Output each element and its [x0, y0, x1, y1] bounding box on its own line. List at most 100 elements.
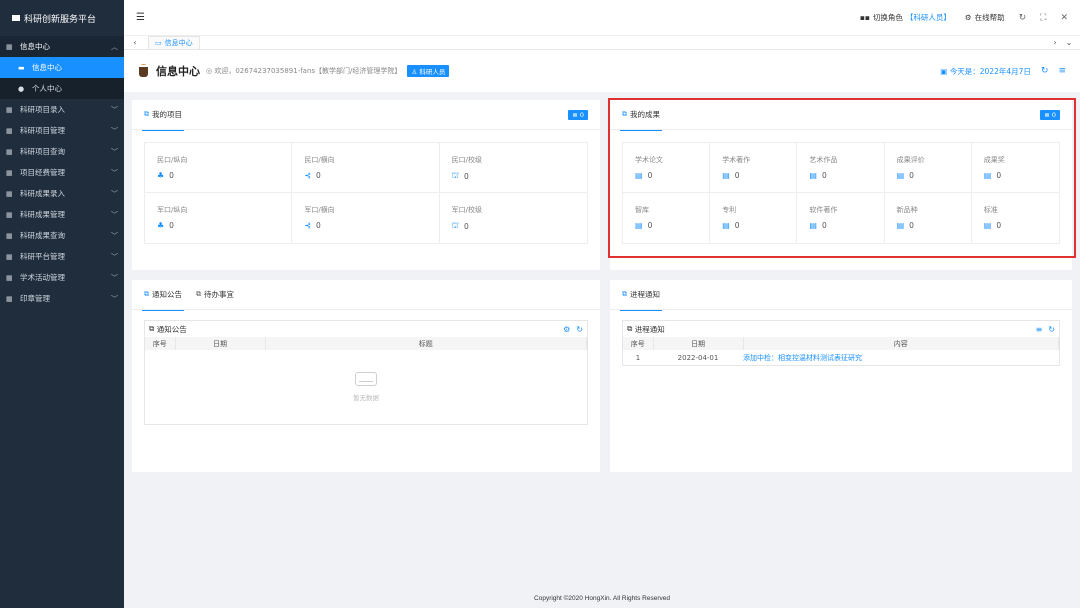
achievement-cell[interactable]: 学术著作 ▤ 0 [710, 143, 798, 193]
sidebar-item-info-center[interactable]: ▦ 信息中心 ︿ [0, 36, 124, 57]
project-cell[interactable]: 军口/纵向 ♣ 0 [145, 193, 293, 243]
footer: Copyright ©2020 HongXin. All Rights Rese… [124, 588, 1080, 608]
achievement-cell[interactable]: 标准 ▤ 0 [972, 193, 1059, 243]
monitor-icon: ▭ [155, 39, 162, 47]
refresh-icon[interactable]: ↻ [1041, 66, 1049, 76]
my-achievements-tab[interactable]: ⧉ 我的成果 [620, 100, 662, 131]
sidebar-item-seal-manage[interactable]: ▦ 印章管理 ﹀ [0, 288, 124, 309]
tab-notices[interactable]: ⧉ 通知公告 [142, 280, 184, 311]
chevron-down-icon: ﹀ [111, 105, 118, 114]
chevron-down-icon: ﹀ [111, 168, 118, 177]
document-icon: ▤ [635, 221, 643, 230]
empty-state: 暂无数据 [145, 350, 587, 424]
chevron-down-icon: ﹀ [111, 252, 118, 261]
achievement-cell[interactable]: 软件著作 ▤ 0 [797, 193, 885, 243]
sidebar-menu: ▦ 信息中心 ︿ ▬ 信息中心 ● 个人中心 ▦ 科研项目录入 ﹀ ▦ 科研项目… [0, 36, 124, 309]
grid-icon: ▦ [6, 189, 13, 198]
sidebar-item-project-manage[interactable]: ▦ 科研项目管理 ﹀ [0, 120, 124, 141]
table-row[interactable]: 1 2022-04-01 添加中检：相变控温材料测试表征研究 [623, 350, 1059, 365]
project-cell[interactable]: 民口/校级 ⛫ 0 [439, 143, 587, 193]
menu-fold-icon[interactable]: ☰ [136, 12, 145, 23]
grid-icon: ▦ [6, 252, 13, 261]
project-cell[interactable]: 民口/横向 ⊰ 0 [292, 143, 440, 193]
sidebar-item-academic-activity[interactable]: ▦ 学术活动管理 ﹀ [0, 267, 124, 288]
refresh-icon[interactable]: ↻ [1048, 325, 1055, 334]
tab-progress[interactable]: ⧉ 进程通知 [620, 280, 662, 311]
sidebar-item-achievement-entry[interactable]: ▦ 科研成果录入 ﹀ [0, 183, 124, 204]
document-icon: ▤ [896, 221, 905, 230]
achievement-cell[interactable]: 成果评价 ▤ 0 [884, 143, 972, 193]
sidebar-item-platform-manage[interactable]: ▦ 科研平台管理 ﹀ [0, 246, 124, 267]
grid-icon: ▦ [6, 126, 13, 135]
copy-icon: ⧉ [627, 324, 633, 333]
progress-panel: ⧉ 进程通知 ≡ ↻ 序号 日期 内容 1 2022-04-01 添加中检：相变… [622, 320, 1060, 366]
settings-icon[interactable]: ⚙ [563, 325, 570, 334]
my-projects-tab[interactable]: ⧉ 我的项目 [142, 100, 184, 131]
document-icon: ▤ [809, 171, 817, 180]
online-help-button[interactable]: ⚙ 在线帮助 [965, 12, 1005, 23]
coffee-cup-icon [138, 64, 150, 78]
achievement-cell[interactable]: 成果奖 ▤ 0 [971, 143, 1059, 193]
sidebar-item-funding[interactable]: ▦ 项目经费管理 ﹀ [0, 162, 124, 183]
tab-todo[interactable]: ⧉ 待办事宜 [196, 280, 234, 310]
refresh-icon[interactable]: ↻ [576, 325, 583, 334]
role-badge: ♙ 科研人员 [407, 65, 450, 77]
my-projects-card: ⧉ 我的项目 ≣ 0 民口/纵向 ♣ 0 民口/横向 ⊰ 0 民口/校级 ⛫ 0 军口… [132, 100, 600, 270]
achievement-grid: 学术论文 ▤ 0 学术著作 ▤ 0 艺术作品 ▤ 0 成果评价 ▤ 0 成果奖 ▤ 0 智库 ▤ 0 专… [622, 142, 1060, 244]
chevron-down-icon: ﹀ [111, 273, 118, 282]
copy-icon: ⧉ [622, 290, 627, 298]
sidebar-item-project-query[interactable]: ▦ 科研项目查询 ﹀ [0, 141, 124, 162]
chevron-left-icon[interactable]: ‹ [128, 38, 142, 47]
copy-icon: ⧉ [622, 110, 627, 118]
sidebar-subitem-info-center[interactable]: ▬ 信息中心 [0, 57, 124, 78]
tab-info-center[interactable]: ▭ 信息中心 [148, 36, 200, 49]
bank-icon: ⛫ [451, 171, 460, 180]
project-cell[interactable]: 军口/横向 ⊰ 0 [292, 193, 440, 243]
brand-title: 科研创新服务平台 [24, 14, 97, 25]
grid-icon: ▪▪ [859, 13, 870, 22]
share-icon: ⊰ [304, 221, 312, 230]
achievement-cell[interactable]: 学术论文 ▤ 0 [623, 143, 711, 193]
hierarchy-icon: ♣ [157, 171, 165, 180]
help-icon: ⚙ [964, 13, 972, 22]
progress-table: 序号 日期 内容 1 2022-04-01 添加中检：相变控温材料测试表征研究 [623, 337, 1059, 365]
switch-role-button[interactable]: ▪▪ 切换角色 【科研人员】 [860, 12, 951, 23]
document-icon: ▤ [896, 171, 905, 180]
sidebar-subitem-personal-center[interactable]: ● 个人中心 [0, 78, 124, 99]
chevron-right-icon[interactable]: › [1048, 38, 1062, 47]
welcome-text: ◎ 欢迎，02674237035891-fans【教学部门/经济管理学院】 [206, 67, 402, 75]
refresh-icon[interactable]: ↻ [1019, 13, 1027, 23]
brand[interactable]: 科研创新服务平台 [0, 0, 124, 36]
close-icon[interactable]: ✕ [1060, 13, 1068, 23]
my-achievements-card: ⧉ 我的成果 ≣ 0 学术论文 ▤ 0 学术著作 ▤ 0 艺术作品 ▤ 0 成果评价 ▤ 0 成… [610, 100, 1072, 270]
document-icon: ▤ [809, 221, 817, 230]
progress-link[interactable]: 添加中检：相变控温材料测试表征研究 [743, 350, 1059, 365]
document-icon: ▤ [722, 171, 730, 180]
user-icon: ● [18, 84, 25, 93]
achievement-cell[interactable]: 艺术作品 ▤ 0 [797, 143, 885, 193]
list-icon[interactable]: ≡ [1036, 325, 1043, 334]
notices-table: 序号 日期 标题 [145, 337, 587, 350]
window-icon: ▬ [18, 63, 25, 72]
project-cell[interactable]: 民口/纵向 ♣ 0 [145, 143, 293, 193]
chevron-down-icon: ﹀ [111, 294, 118, 303]
grid-icon: ▦ [6, 210, 13, 219]
grid-icon: ▦ [6, 168, 13, 177]
sidebar-item-project-entry[interactable]: ▦ 科研项目录入 ﹀ [0, 99, 124, 120]
copy-icon: ⧉ [144, 110, 149, 118]
fullscreen-icon[interactable]: ⛶ [1040, 13, 1046, 23]
grid-icon: ▦ [6, 147, 13, 156]
sidebar-item-achievement-query[interactable]: ▦ 科研成果查询 ﹀ [0, 225, 124, 246]
grid-icon: ▦ [6, 105, 13, 114]
achievement-cell[interactable]: 智库 ▤ 0 [623, 193, 711, 243]
chevron-up-icon: ︿ [111, 42, 118, 51]
sidebar-item-achievement-manage[interactable]: ▦ 科研成果管理 ﹀ [0, 204, 124, 225]
list-icon[interactable]: ≡ [1058, 66, 1066, 76]
project-cell[interactable]: 军口/校级 ⛫ 0 [440, 193, 587, 243]
achievement-cell[interactable]: 专利 ▤ 0 [710, 193, 798, 243]
achievement-cell[interactable]: 新品种 ▤ 0 [885, 193, 972, 243]
topbar: ☰ ▪▪ 切换角色 【科研人员】 ⚙ 在线帮助 ↻ ⛶ ✕ [124, 0, 1080, 36]
page-header: 信息中心 ◎ 欢迎，02674237035891-fans【教学部门/经济管理学… [124, 50, 1080, 92]
chevron-down-icon[interactable]: ⌄ [1062, 38, 1076, 47]
project-grid: 民口/纵向 ♣ 0 民口/横向 ⊰ 0 民口/校级 ⛫ 0 军口/纵向 ♣ 0 军口/横… [144, 142, 588, 244]
